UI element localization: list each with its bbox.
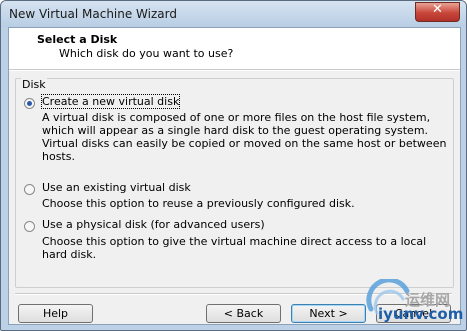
close-icon: ✕ <box>432 2 443 17</box>
option-create-new-disk-description: A virtual disk is composed of one or mor… <box>42 111 447 163</box>
title-bar: New Virtual Machine Wizard ✕ <box>1 1 466 27</box>
option-use-existing-disk-label[interactable]: Use an existing virtual disk <box>42 181 191 194</box>
radio-use-physical-disk[interactable] <box>24 221 35 232</box>
option-use-physical-disk-description: Choose this option to give the virtual m… <box>42 235 427 261</box>
back-button[interactable]: < Back <box>206 304 281 323</box>
page-title: Select a Disk <box>37 33 118 46</box>
next-button[interactable]: Next > <box>291 304 366 323</box>
help-button[interactable]: Help <box>18 304 93 323</box>
disk-group: Disk Create a new virtual disk A virtual… <box>15 78 454 288</box>
close-button[interactable]: ✕ <box>415 2 460 22</box>
radio-use-existing-disk[interactable] <box>24 184 35 195</box>
page-subtitle: Which disk do you want to use? <box>59 47 234 60</box>
radio-create-new-disk[interactable] <box>24 98 35 109</box>
option-use-existing-disk-description: Choose this option to reuse a previously… <box>42 197 355 210</box>
disk-group-legend: Disk <box>21 78 47 91</box>
wizard-header: Select a Disk Which disk do you want to … <box>9 28 460 70</box>
window-title: New Virtual Machine Wizard <box>9 7 177 21</box>
wizard-window: New Virtual Machine Wizard ✕ Select a Di… <box>0 0 467 331</box>
header-divider <box>9 70 460 71</box>
option-use-physical-disk-label[interactable]: Use a physical disk (for advanced users) <box>42 218 265 231</box>
watermark-url: iyunv.com <box>378 305 464 323</box>
option-create-new-disk-label[interactable]: Create a new virtual disk <box>40 94 181 109</box>
